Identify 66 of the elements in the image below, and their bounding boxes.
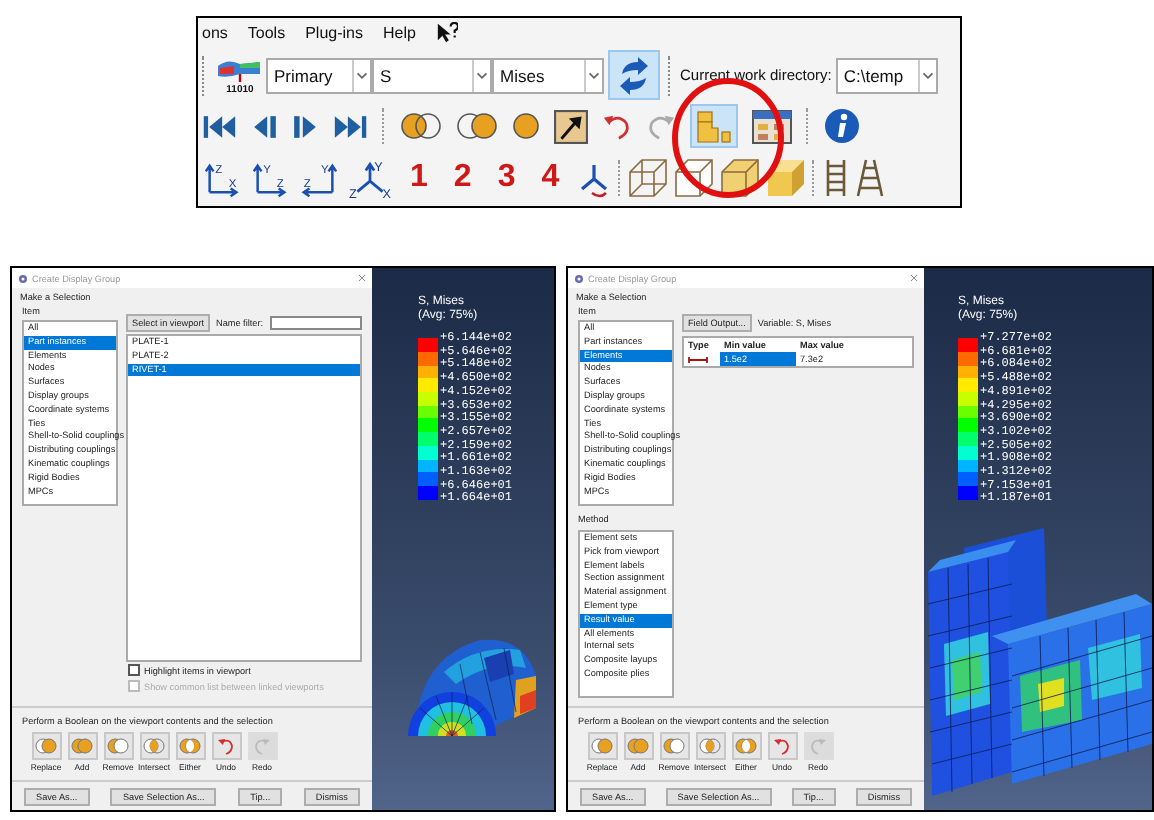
boolean-button[interactable] bbox=[211, 732, 241, 760]
info-icon[interactable] bbox=[824, 108, 860, 144]
checkbox[interactable] bbox=[128, 664, 140, 676]
range-arrow-icon bbox=[688, 355, 708, 363]
menu-item[interactable]: Plug-ins bbox=[305, 24, 363, 42]
caret-icon bbox=[917, 59, 936, 91]
undo-icon bbox=[214, 736, 238, 756]
boolean-button[interactable] bbox=[731, 732, 761, 760]
work-directory-dropdown[interactable]: C:\temp bbox=[835, 57, 938, 93]
overlapping-circles-icon bbox=[662, 736, 686, 756]
display-group-icon bbox=[696, 109, 732, 143]
boolean-button[interactable] bbox=[103, 732, 133, 760]
boolean-button[interactable] bbox=[67, 732, 97, 760]
redo-icon bbox=[250, 736, 274, 756]
undo-icon[interactable] bbox=[602, 111, 632, 141]
view-button[interactable]: 2 bbox=[443, 160, 482, 196]
ladder-icon[interactable] bbox=[821, 158, 850, 198]
pointer-icon[interactable] bbox=[554, 109, 588, 143]
boolean-button[interactable] bbox=[31, 732, 61, 760]
skip-last-icon[interactable] bbox=[332, 113, 368, 139]
overlapping-circles-icon bbox=[178, 736, 202, 756]
shaded-cube-icon[interactable] bbox=[765, 158, 806, 198]
skip-first-icon[interactable] bbox=[202, 113, 238, 139]
menu-item[interactable]: Help bbox=[383, 24, 416, 42]
overlapping-circles-icon bbox=[698, 736, 722, 756]
step-forward-icon[interactable] bbox=[292, 113, 318, 139]
ladder-icon[interactable] bbox=[855, 158, 884, 198]
help-pointer-icon[interactable] bbox=[435, 22, 458, 44]
boolean-button[interactable] bbox=[695, 732, 725, 760]
caret-icon bbox=[584, 59, 602, 91]
overlapping-circles-icon[interactable] bbox=[456, 112, 498, 140]
close-icon[interactable] bbox=[910, 274, 918, 282]
boolean-button[interactable] bbox=[139, 732, 169, 760]
caret-icon bbox=[472, 59, 490, 91]
overlapping-circles-icon bbox=[34, 736, 58, 756]
dropdown[interactable]: Primary bbox=[266, 57, 372, 93]
redo-icon[interactable] bbox=[646, 111, 676, 141]
dropdown[interactable]: Mises bbox=[492, 57, 604, 93]
close-icon[interactable] bbox=[358, 274, 366, 282]
name-filter-field[interactable] bbox=[269, 316, 362, 330]
sync-button[interactable] bbox=[608, 50, 660, 100]
overlapping-circles-icon bbox=[142, 736, 166, 756]
boolean-button[interactable] bbox=[175, 732, 205, 760]
overlapping-circles-icon bbox=[70, 736, 94, 756]
overlapping-circles-icon bbox=[626, 736, 650, 756]
boolean-button[interactable] bbox=[623, 732, 653, 760]
boolean-button[interactable] bbox=[767, 732, 797, 760]
overlapping-circles-icon[interactable] bbox=[400, 112, 442, 140]
dropdown[interactable]: S bbox=[372, 57, 492, 93]
step-back-icon[interactable] bbox=[252, 113, 278, 139]
wireframe-cube-icon[interactable] bbox=[627, 158, 668, 198]
undo-icon bbox=[770, 736, 794, 756]
view-button[interactable]: 1 bbox=[400, 160, 438, 196]
boolean-button[interactable] bbox=[587, 732, 617, 760]
redo-icon bbox=[806, 736, 830, 756]
circle-icon[interactable] bbox=[512, 112, 540, 140]
overlapping-circles-icon bbox=[590, 736, 614, 756]
overlapping-circles-icon bbox=[106, 736, 130, 756]
caret-icon bbox=[352, 59, 370, 91]
view-button[interactable]: 4 bbox=[531, 160, 570, 196]
overlapping-circles-icon bbox=[734, 736, 758, 756]
menu-item[interactable]: ons bbox=[202, 24, 228, 42]
view-button[interactable]: 3 bbox=[487, 160, 526, 196]
menu-item[interactable]: Tools bbox=[247, 24, 286, 42]
boolean-button[interactable] bbox=[659, 732, 689, 760]
deformed-shape-icon[interactable] bbox=[216, 55, 264, 83]
